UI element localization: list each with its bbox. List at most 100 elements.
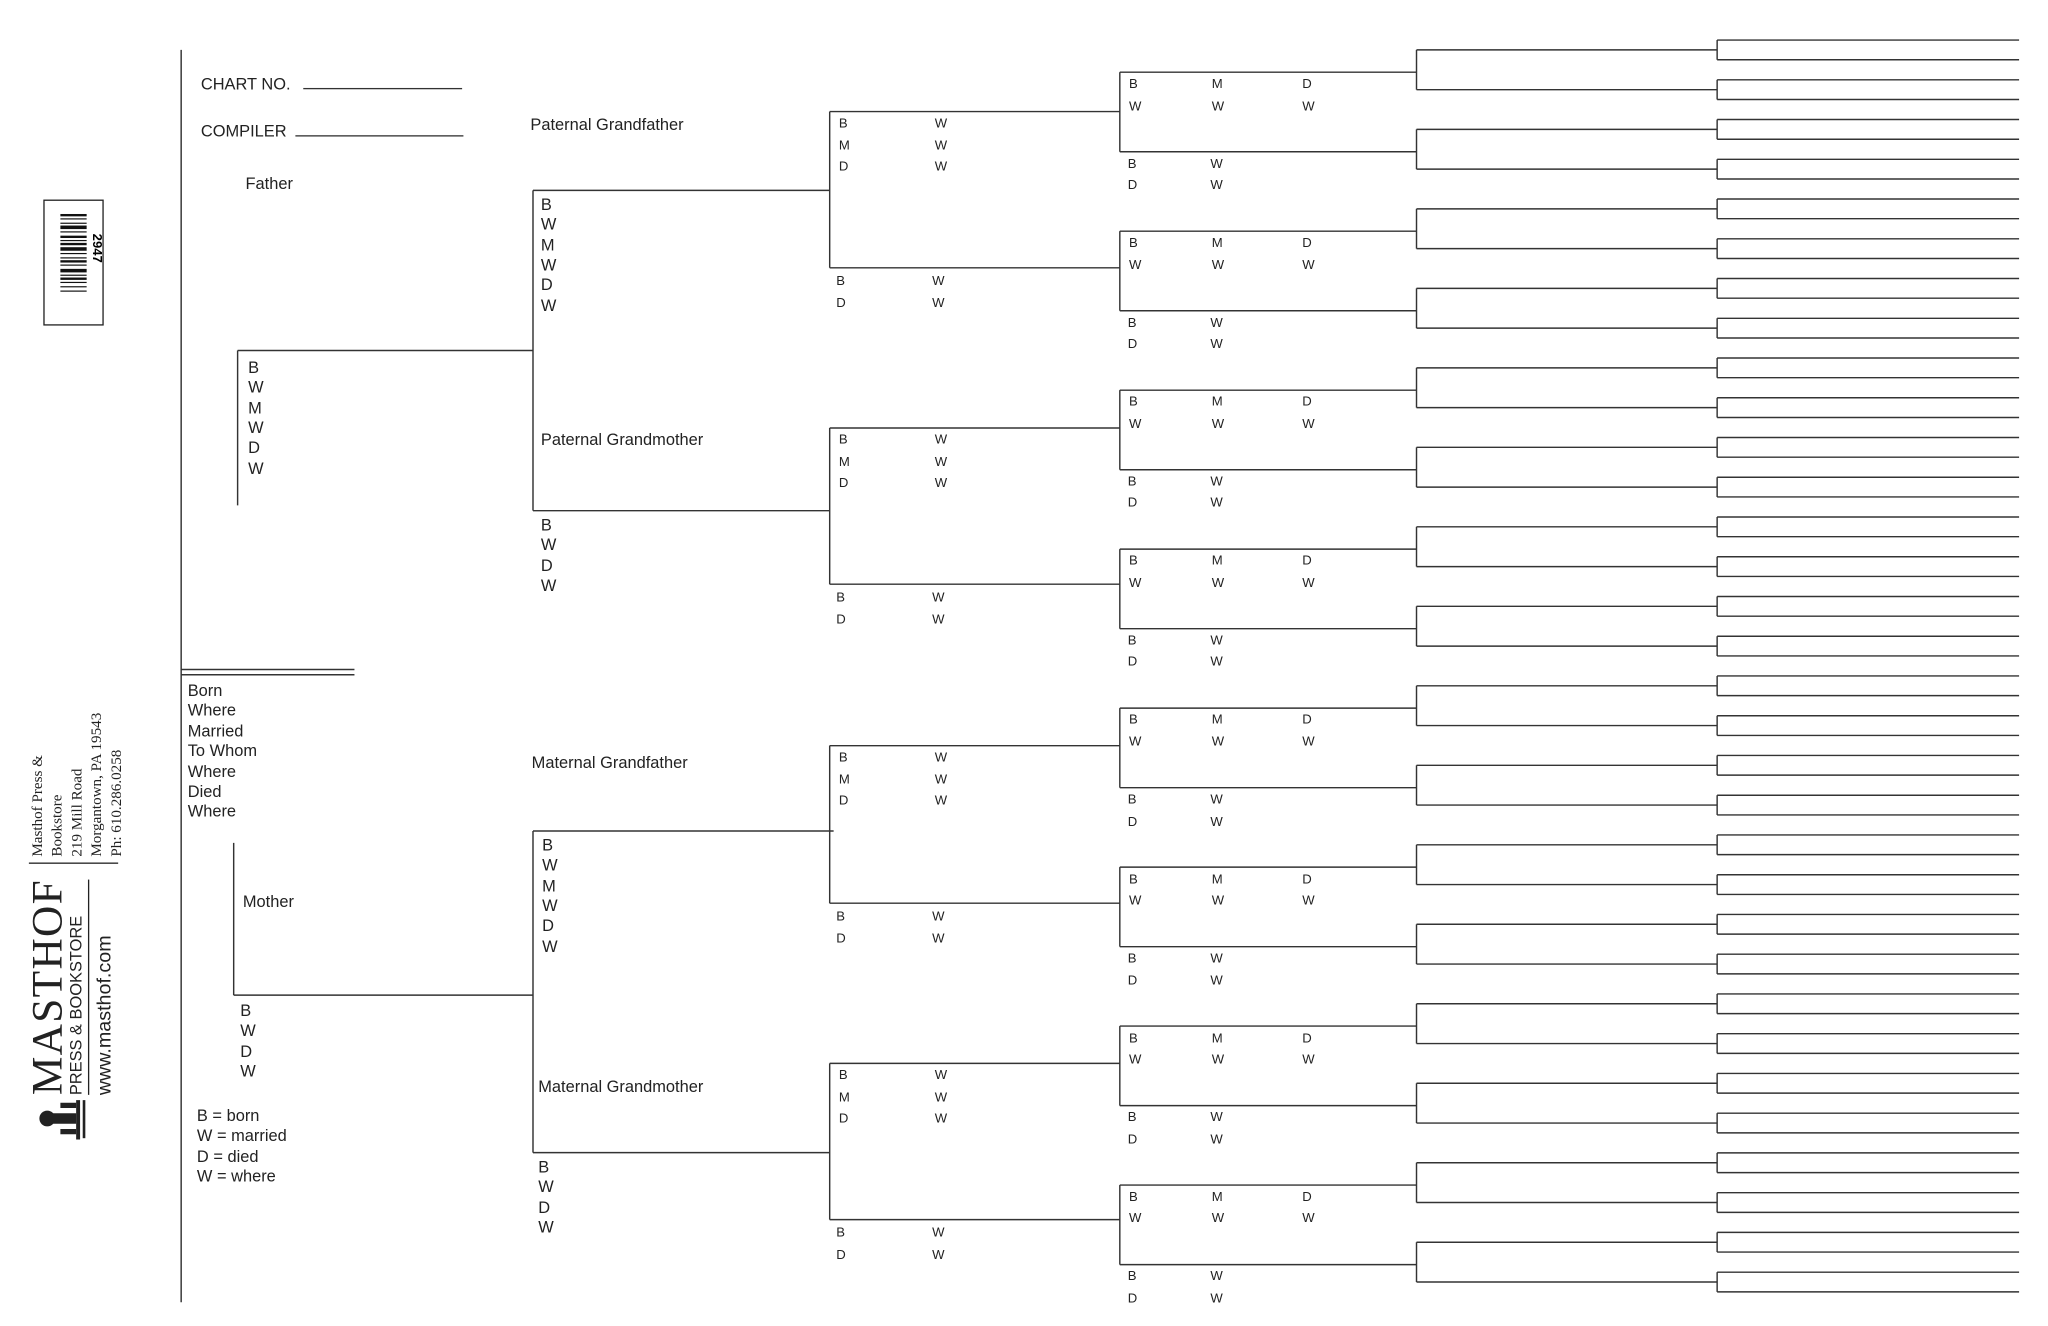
father-field-label: D	[248, 438, 260, 458]
grandparent-field-label: W	[540, 215, 557, 235]
publisher-website[interactable]: www.masthof.com	[92, 879, 118, 1095]
mother-field-label: W	[240, 1061, 256, 1081]
gen3-field-label: M	[838, 138, 850, 153]
gen3-field-label: W	[932, 1247, 945, 1263]
gen3-field-label: W	[932, 931, 945, 946]
gen4-field-label: D	[1302, 77, 1312, 92]
gen4-field-label: D	[1127, 496, 1138, 512]
gen4-field-label: W	[1211, 576, 1225, 591]
gen4-field-label: B	[1129, 395, 1138, 410]
gen4-field-label: B	[1129, 236, 1138, 251]
gen4-field-label: M	[1211, 713, 1223, 728]
gen3-field-label: W	[934, 772, 948, 788]
barcode-bar	[60, 242, 87, 246]
gen4-field-label: D	[1302, 872, 1312, 887]
gen4-field-label: W	[1129, 417, 1142, 432]
gen3-field-label: W	[934, 160, 948, 175]
gen4-field-label: W	[1210, 157, 1223, 172]
barcode-number: 2947	[90, 234, 102, 263]
grandparent-label: Paternal Grandmother	[540, 430, 704, 449]
gen4-field-label: B	[1129, 713, 1138, 728]
grandparent-field-label: B	[540, 515, 552, 535]
gen4-field-label: B	[1127, 157, 1137, 172]
publisher-phone: Ph: 610.286.0258	[108, 749, 125, 857]
gen4-field-label: W	[1210, 1132, 1223, 1147]
subject-field-label: To Whom	[187, 741, 258, 761]
gen3-field-label: B	[836, 274, 846, 289]
gen4-field-label: B	[1127, 951, 1137, 967]
gen4-field-label: B	[1129, 1031, 1138, 1046]
gen4-field-label: B	[1127, 1269, 1137, 1285]
gen4-field-label: W	[1129, 258, 1142, 273]
grandparent-field-label: D	[538, 1198, 551, 1217]
grandparent-field-label: M	[542, 876, 556, 895]
gen4-field-label: B	[1129, 77, 1138, 92]
grandparent-field-label: B	[538, 1157, 550, 1177]
gen3-field-label: W	[932, 909, 945, 925]
barcode-bar	[60, 218, 87, 220]
gen3-field-label: W	[934, 1068, 948, 1084]
gen4-field-label: M	[1211, 236, 1223, 251]
legend-item: B = born	[196, 1106, 260, 1126]
gen3-field-label: W	[932, 1226, 945, 1241]
gen4-field-label: W	[1129, 576, 1142, 591]
gen3-field-label: W	[932, 612, 945, 627]
chart-number-label: CHART NO.	[200, 74, 291, 94]
gen3-field-label: M	[838, 772, 850, 788]
grandparent-field-label: B	[542, 836, 554, 855]
gen4-field-label: W	[1210, 337, 1223, 353]
gen3-field-label: B	[836, 909, 846, 925]
gen4-field-label: W	[1302, 99, 1315, 114]
gen4-field-label: D	[1127, 337, 1138, 353]
gen4-field-label: W	[1302, 1052, 1315, 1068]
subject-field-label: Died	[187, 782, 222, 801]
gen4-field-label: M	[1211, 1031, 1223, 1046]
gen3-field-label: W	[934, 454, 948, 470]
gen3-field-label: D	[836, 931, 846, 946]
gen4-field-label: D	[1302, 554, 1312, 569]
gen4-field-label: D	[1302, 395, 1312, 410]
masthof-logo-icon	[39, 1100, 86, 1140]
gen3-field-label: W	[934, 794, 948, 809]
gen4-field-label: W	[1129, 1052, 1142, 1068]
grandparent-field-label: D	[542, 916, 555, 935]
barcode-bar	[60, 252, 87, 255]
gen4-field-label: B	[1129, 872, 1138, 887]
gen4-field-label: D	[1127, 1291, 1138, 1306]
gen3-field-label: D	[838, 1111, 849, 1127]
gen3-field-label: B	[836, 1226, 846, 1241]
subject-field-label: Born	[187, 681, 223, 700]
gen3-field-label: W	[932, 296, 945, 311]
barcode-bar	[60, 274, 87, 276]
gen4-field-label: W	[1210, 178, 1223, 194]
grandparent-field-label: D	[540, 556, 553, 575]
gen3-field-label: W	[932, 274, 945, 289]
gen4-field-label: M	[1211, 1190, 1223, 1205]
grandparent-field-label: W	[540, 576, 557, 595]
barcode-bar	[60, 290, 87, 292]
gen4-field-label: W	[1302, 417, 1315, 432]
chart-lines	[180, 39, 2020, 1303]
gen3-field-label: D	[836, 1247, 846, 1263]
subject-field-label: Where	[187, 701, 237, 720]
gen3-field-label: W	[932, 590, 945, 606]
gen4-field-label: W	[1302, 258, 1315, 273]
gen4-field-label: B	[1129, 554, 1138, 569]
grandparent-field-label: W	[540, 536, 557, 555]
compiler-label: COMPILER	[200, 122, 287, 141]
grandparent-field-label: B	[540, 195, 552, 214]
gen3-field-label: W	[934, 138, 948, 153]
gen4-field-label: W	[1210, 633, 1223, 649]
chart-number-field[interactable]: CHART NO.	[201, 75, 462, 93]
compiler-field[interactable]: COMPILER	[200, 122, 464, 141]
barcode-bars: 2947	[60, 213, 105, 292]
gen4-field-label: D	[1302, 1190, 1312, 1205]
grandparent-label: Maternal Grandfather	[531, 753, 688, 772]
gen4-field-label: W	[1302, 894, 1315, 909]
gen4-field-label: W	[1302, 1211, 1315, 1227]
compiler-line	[295, 122, 464, 137]
gen4-field-label: B	[1129, 1190, 1138, 1205]
gen3-field-label: B	[838, 750, 848, 766]
publisher-block: MASTHOF PRESS & BOOKSTORE www.masthof.co…	[25, 708, 134, 1142]
publisher-street: 219 Mill Road	[69, 768, 86, 857]
